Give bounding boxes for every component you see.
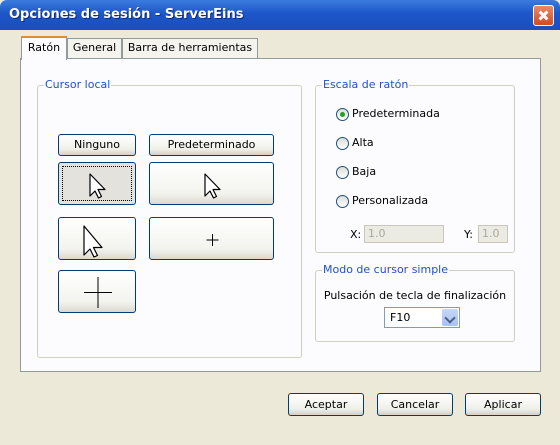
- cursor-option-crosshair-small[interactable]: [149, 217, 274, 260]
- cancel-button[interactable]: Cancelar: [377, 393, 453, 416]
- none-button[interactable]: Ninguno: [58, 134, 136, 156]
- x-scale-label: X:: [350, 228, 362, 241]
- end-key-select[interactable]: F10: [384, 307, 460, 328]
- cursor-option-crosshair-large[interactable]: [58, 270, 136, 313]
- tab-raton[interactable]: Ratón: [21, 36, 67, 60]
- simple-cursor-legend: Modo de cursor simple: [322, 263, 450, 276]
- radio-button[interactable]: [336, 195, 349, 208]
- x-scale-input[interactable]: 1.0: [364, 225, 444, 243]
- radio-label: Personalizada: [352, 194, 429, 207]
- tab-general[interactable]: General: [67, 38, 122, 58]
- y-scale-input[interactable]: 1.0: [478, 225, 508, 243]
- arrow-outline-cursor-icon: [89, 173, 106, 199]
- tab-label: Ratón: [27, 41, 61, 54]
- radio-label: Baja: [352, 165, 377, 178]
- cursor-option-arrow-large[interactable]: [58, 217, 136, 260]
- radio-label: Alta: [352, 136, 374, 149]
- window-title: Opciones de sesión - ServerEins: [9, 7, 244, 22]
- cursor-option-arrow-outline[interactable]: [149, 162, 274, 205]
- tab-barra-de-herramientas[interactable]: Barra de herramientas: [122, 38, 258, 58]
- crosshair-large-cursor-icon: [84, 277, 112, 308]
- cursor-local-group: Cursor local Ninguno Predeterminado: [37, 78, 302, 358]
- apply-button[interactable]: Aplicar: [465, 393, 541, 416]
- end-key-value: F10: [390, 311, 411, 324]
- title-bar[interactable]: Opciones de sesión - ServerEins: [0, 0, 560, 30]
- arrow-large-cursor-icon: [83, 225, 103, 258]
- accept-button[interactable]: Aceptar: [288, 393, 364, 416]
- arrow-outline-cursor-icon: [204, 173, 221, 199]
- cursor-option-arrow-outline-selected[interactable]: [58, 162, 136, 205]
- default-cursor-button[interactable]: Predeterminado: [149, 134, 274, 156]
- chevron-down-icon[interactable]: [442, 309, 458, 326]
- mouse-scale-legend: Escala de ratón: [322, 78, 410, 91]
- cursor-local-legend: Cursor local: [44, 78, 112, 91]
- simple-cursor-group: Modo de cursor simple Pulsación de tecla…: [315, 263, 515, 342]
- mouse-scale-group: Escala de ratón Predeterminada Alta Baja…: [315, 78, 515, 253]
- radio-button[interactable]: [336, 166, 349, 179]
- radio-label: Predeterminada: [352, 107, 440, 120]
- crosshair-small-cursor-icon: [206, 234, 219, 246]
- tab-label: Barra de herramientas: [127, 41, 253, 54]
- close-button[interactable]: [533, 5, 554, 26]
- tab-panel-raton: Cursor local Ninguno Predeterminado Esca…: [20, 58, 541, 372]
- y-scale-label: Y:: [464, 228, 473, 241]
- radio-button[interactable]: [336, 108, 349, 121]
- end-key-label: Pulsación de tecla de finalización: [323, 289, 507, 302]
- radio-button[interactable]: [336, 137, 349, 150]
- session-options-dialog: Opciones de sesión - ServerEins Ratón Ge…: [0, 0, 560, 445]
- tab-label: General: [72, 41, 117, 54]
